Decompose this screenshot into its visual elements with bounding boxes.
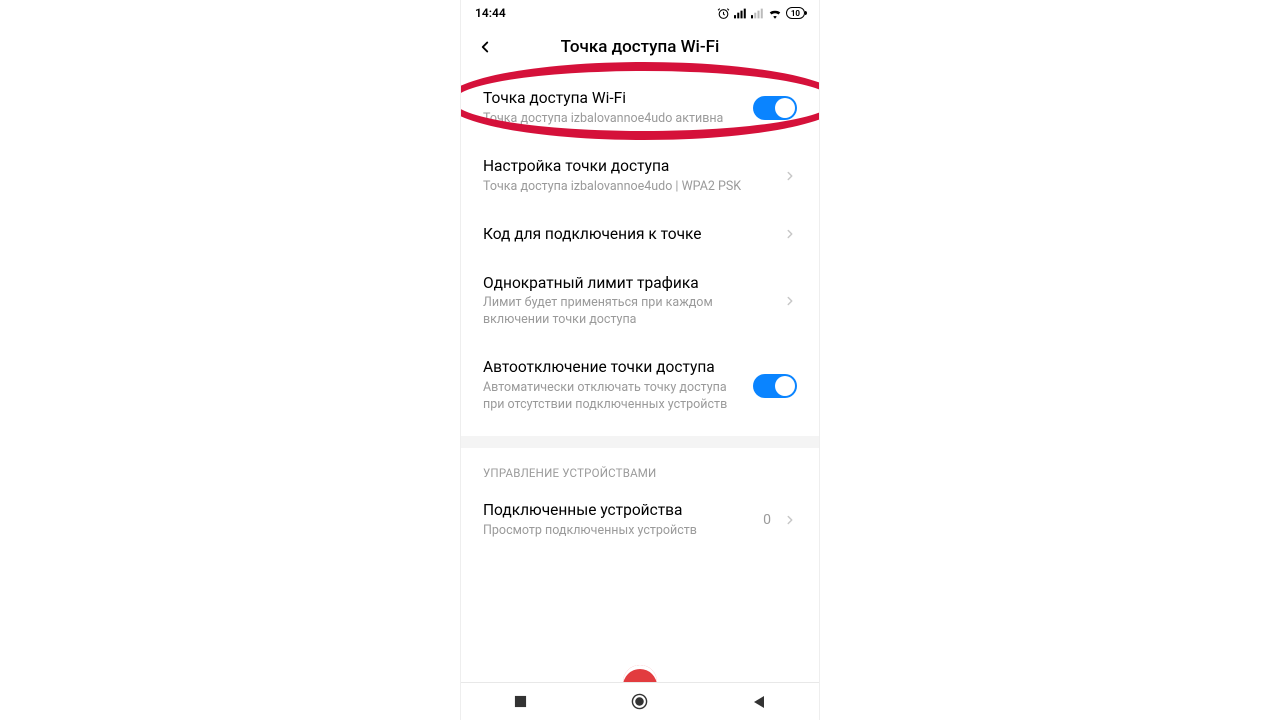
back-button[interactable] [471,33,499,61]
square-icon [514,695,527,708]
nav-recent-button[interactable] [491,695,551,708]
android-nav-bar [461,682,819,720]
status-icons: 10 [717,7,805,20]
alarm-icon [717,7,730,20]
circle-icon [631,693,648,710]
row-subtitle: Автоматически отключать точку доступа пр… [483,380,743,414]
row-qr-code[interactable]: Код для подключения к точке [461,210,819,259]
row-hotspot-config[interactable]: Настройка точки доступа Точка доступа iz… [461,142,819,210]
row-traffic-limit[interactable]: Однократный лимит трафика Лимит будет пр… [461,259,819,344]
row-title: Автоотключение точки доступа [483,357,743,378]
row-subtitle: Точка доступа izbalovannoe4udo | WPA2 PS… [483,179,773,196]
row-subtitle: Точка доступа izbalovannoe4udo активна [483,111,743,128]
hotspot-toggle[interactable] [753,96,797,120]
row-connected-devices[interactable]: Подключенные устройства Просмотр подключ… [461,486,819,554]
chevron-right-icon [783,513,797,527]
auto-off-toggle[interactable] [753,374,797,398]
wifi-icon [768,8,782,19]
signal-secondary-icon [751,8,764,19]
row-title: Код для подключения к точке [483,224,773,245]
status-bar: 14:44 10 [461,0,819,26]
row-title: Подключенные устройства [483,500,753,521]
row-title: Настройка точки доступа [483,156,773,177]
row-title: Точка доступа Wi-Fi [483,88,743,109]
chevron-right-icon [783,169,797,183]
section-divider [461,436,819,448]
page-title: Точка доступа Wi-Fi [499,37,781,57]
status-time: 14:44 [475,6,506,20]
row-title: Однократный лимит трафика [483,273,773,294]
phone-frame: 14:44 10 Точка доступа Wi-Fi Точка досту… [460,0,820,720]
signal-icon [734,8,747,19]
chevron-right-icon [783,294,797,308]
connected-count: 0 [763,512,771,528]
nav-back-button[interactable] [729,695,789,709]
settings-list: Точка доступа Wi-Fi Точка доступа izbalo… [461,68,819,554]
row-subtitle: Лимит будет применяться при каждом включ… [483,295,773,329]
header: Точка доступа Wi-Fi [461,26,819,68]
chevron-right-icon [783,227,797,241]
row-subtitle: Просмотр подключенных устройств [483,523,753,540]
nav-home-button[interactable] [610,693,670,710]
section-header-devices: УПРАВЛЕНИЕ УСТРОЙСТВАМИ [461,448,819,486]
bottom-indicator-icon [623,665,657,682]
battery-icon: 10 [786,7,805,19]
triangle-left-icon [752,695,766,709]
row-hotspot-toggle[interactable]: Точка доступа Wi-Fi Точка доступа izbalo… [461,68,819,142]
chevron-left-icon [476,38,494,56]
row-auto-off[interactable]: Автоотключение точки доступа Автоматичес… [461,343,819,428]
